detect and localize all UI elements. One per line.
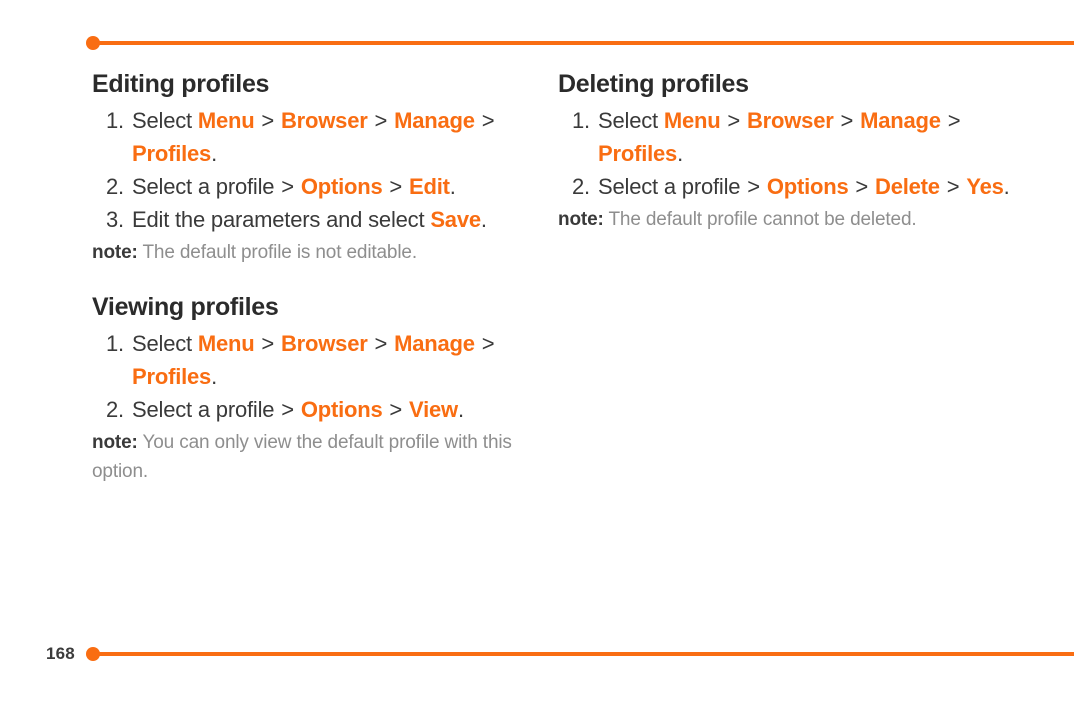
step-item: 2. Select a profile > Options > View. <box>92 393 544 426</box>
step-text: Edit the parameters and select <box>132 207 431 232</box>
chevron-separator-icon: > <box>834 108 860 133</box>
step-number: 1. <box>572 108 590 133</box>
menu-keyword: Menu <box>663 108 721 133</box>
menu-keyword: Delete <box>875 174 940 199</box>
menu-keyword: View <box>409 397 458 422</box>
menu-keyword: Save <box>430 207 481 232</box>
menu-keyword: Edit <box>409 174 450 199</box>
menu-keyword: Profiles <box>132 364 212 389</box>
step-text: Select <box>132 108 198 133</box>
top-rule <box>93 41 1074 45</box>
chevron-separator-icon: > <box>849 174 874 199</box>
chevron-separator-icon: > <box>281 397 300 422</box>
menu-keyword: Options <box>300 174 383 199</box>
chevron-separator-icon: > <box>941 108 961 133</box>
menu-keyword: Yes <box>966 174 1004 199</box>
chevron-separator-icon: > <box>383 397 408 422</box>
step-text: . <box>480 207 487 232</box>
note: note: The default profile is not editabl… <box>92 238 544 267</box>
manual-page: Editing profiles 1. Select Menu > Browser … <box>0 0 1080 704</box>
menu-keyword: Menu <box>197 331 255 356</box>
step-text: . <box>211 364 218 389</box>
note-label: note: <box>92 432 138 453</box>
menu-keyword: Browser <box>280 331 368 356</box>
right-column: Deleting profiles 1. Select Menu > Browser… <box>558 68 1010 234</box>
note-label: note: <box>92 242 138 263</box>
note: note: The default profile cannot be dele… <box>558 205 1010 234</box>
chevron-separator-icon: > <box>255 108 280 133</box>
step-item: 2. Select a profile > Options > Edit. <box>92 170 544 203</box>
chevron-separator-icon: > <box>721 108 746 133</box>
menu-keyword: Options <box>766 174 849 199</box>
menu-keyword: Options <box>300 397 383 422</box>
menu-keyword: Profiles <box>598 141 678 166</box>
step-list: 1. Select Menu > Browser > Manage > Profi… <box>92 327 544 426</box>
step-text: Select <box>598 108 664 133</box>
chevron-separator-icon: > <box>475 108 495 133</box>
step-item: 1. Select Menu > Browser > Manage > Profi… <box>92 104 544 170</box>
bottom-rule <box>93 652 1074 656</box>
step-item: 3. Edit the parameters and select Save. <box>92 203 544 236</box>
section-title: Editing profiles <box>92 70 270 98</box>
step-text: . <box>449 174 456 199</box>
step-text: Select <box>132 331 198 356</box>
instruction-block: Deleting profiles 1. Select Menu > Browser… <box>558 68 1010 234</box>
step-list: 1. Select Menu > Browser > Manage > Profi… <box>558 104 1010 203</box>
step-item: 1. Select Menu > Browser > Manage > Profi… <box>92 327 544 393</box>
step-number: 2. <box>106 397 124 422</box>
step-text: Select a profile <box>598 174 747 199</box>
step-text: . <box>1003 174 1010 199</box>
instruction-block: Editing profiles 1. Select Menu > Browser … <box>92 68 544 267</box>
chevron-separator-icon: > <box>368 108 394 133</box>
instruction-block: Viewing profiles 1. Select Menu > Browser … <box>92 291 544 486</box>
step-number: 1. <box>106 108 124 133</box>
menu-keyword: Manage <box>394 331 475 356</box>
step-item: 2. Select a profile > Options > Delete > … <box>558 170 1010 203</box>
left-column: Editing profiles 1. Select Menu > Browser … <box>92 68 544 486</box>
chevron-separator-icon: > <box>255 331 280 356</box>
menu-keyword: Menu <box>197 108 255 133</box>
step-number: 2. <box>106 174 124 199</box>
page-number: 168 <box>46 644 75 663</box>
menu-keyword: Profiles <box>132 141 212 166</box>
section-title: Deleting profiles <box>558 70 749 98</box>
chevron-separator-icon: > <box>940 174 966 199</box>
section-title: Viewing profiles <box>92 293 279 321</box>
chevron-separator-icon: > <box>281 174 300 199</box>
step-text: Select a profile <box>132 174 281 199</box>
step-text: . <box>677 141 684 166</box>
step-number: 2. <box>572 174 590 199</box>
note-text: The default profile cannot be deleted. <box>603 209 917 230</box>
step-text: . <box>211 141 218 166</box>
chevron-separator-icon: > <box>747 174 766 199</box>
step-text: . <box>457 397 464 422</box>
step-number: 3. <box>106 207 124 232</box>
chevron-separator-icon: > <box>383 174 408 199</box>
menu-keyword: Browser <box>280 108 368 133</box>
note-text: You can only view the default profile wi… <box>92 432 512 482</box>
step-list: 1. Select Menu > Browser > Manage > Profi… <box>92 104 544 236</box>
menu-keyword: Browser <box>746 108 834 133</box>
chevron-separator-icon: > <box>368 331 394 356</box>
step-text: Select a profile <box>132 397 281 422</box>
menu-keyword: Manage <box>394 108 475 133</box>
chevron-separator-icon: > <box>475 331 495 356</box>
step-item: 1. Select Menu > Browser > Manage > Profi… <box>558 104 1010 170</box>
note-label: note: <box>558 209 604 230</box>
note: note: You can only view the default prof… <box>92 428 544 486</box>
menu-keyword: Manage <box>860 108 941 133</box>
note-text: The default profile is not editable. <box>137 242 417 263</box>
step-number: 1. <box>106 331 124 356</box>
